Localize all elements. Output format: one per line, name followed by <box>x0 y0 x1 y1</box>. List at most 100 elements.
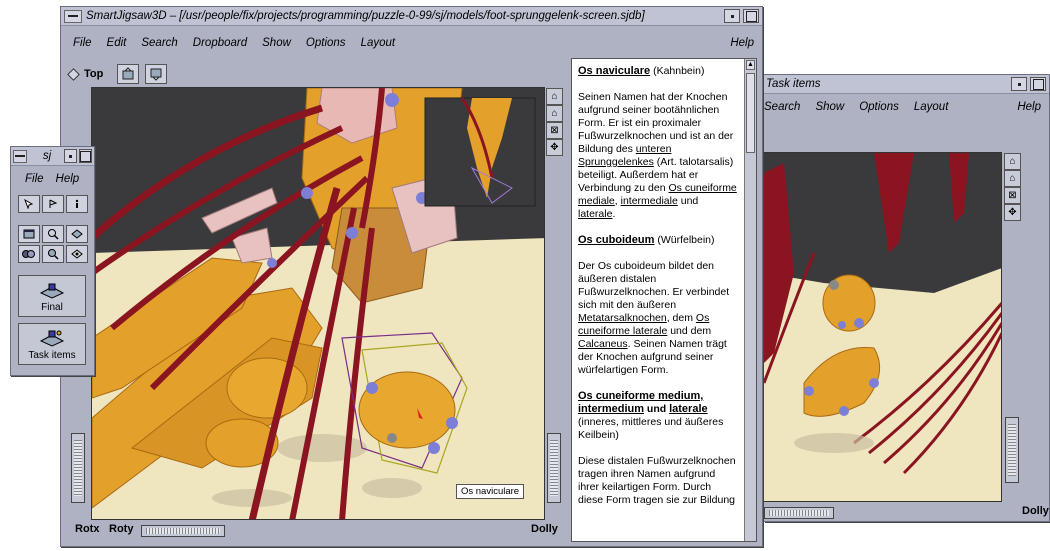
minimize-icon[interactable] <box>64 149 77 163</box>
magnifier-icon <box>48 229 59 240</box>
main-3d-viewer[interactable]: Os naviculare <box>91 87 545 520</box>
task-3d-viewer[interactable] <box>764 152 1002 502</box>
rotx-label: Rotx <box>75 523 100 535</box>
view-all-button[interactable]: ⊠ <box>546 122 563 139</box>
dolly-label: Dolly <box>531 523 558 535</box>
rotx-wheel[interactable] <box>71 433 85 503</box>
main-window: SmartJigsaw3D – [/usr/people/fix/project… <box>60 6 763 547</box>
task-menubar: Search Show Options Layout Help <box>764 97 1049 117</box>
menu-file[interactable]: File <box>25 173 44 185</box>
main-menubar: File Edit Search Dropboard Show Options … <box>61 33 762 53</box>
task-items-window: Task items Search Show Options Layout He… <box>764 74 1050 522</box>
link-metatarsalknochen[interactable]: Metatarsalknochen <box>578 312 667 324</box>
menu-help[interactable]: Help <box>730 37 754 49</box>
description-panel[interactable]: Os naviculare (Kahnbein) Seinen Namen ha… <box>571 58 757 542</box>
heading-os-cuboideum[interactable]: Os cuboideum <box>578 234 654 246</box>
dolly-wheel[interactable] <box>1005 417 1019 483</box>
final-icon <box>39 283 65 299</box>
roty-wheel[interactable] <box>764 507 834 519</box>
text: , dem <box>666 312 696 324</box>
heading-suffix: (Würfelbein) <box>654 234 715 246</box>
paragraph-cuneiforme: Diese distalen Fußwurzelknochen tragen i… <box>578 455 736 506</box>
group-tool-button[interactable] <box>18 245 40 263</box>
palette-title: sj <box>42 150 52 162</box>
menu-search[interactable]: Search <box>764 101 800 113</box>
view-all-button[interactable]: ⊠ <box>1004 187 1021 204</box>
minimize-icon[interactable] <box>724 9 740 23</box>
paragraph-naviculare: Seinen Namen hat der Knochen aufgrund se… <box>578 91 738 221</box>
menu-layout[interactable]: Layout <box>914 101 949 113</box>
set-home-button[interactable]: ⌂ <box>546 105 563 122</box>
menu-options[interactable]: Options <box>859 101 899 113</box>
view-down-button[interactable] <box>145 64 168 84</box>
link-intermediale[interactable]: intermediale <box>621 195 678 207</box>
heading-und: und <box>644 403 670 415</box>
task-items-button[interactable]: Task items <box>18 323 86 365</box>
heading-os-cuneiforme[interactable]: Os cuneiforme medium, <box>578 390 703 402</box>
maximize-icon[interactable] <box>1030 77 1046 91</box>
view-top-label[interactable]: Top <box>84 68 103 80</box>
heading-laterale[interactable]: laterale <box>669 403 708 415</box>
select-tool-button[interactable] <box>18 195 40 213</box>
roty-label: Roty <box>109 523 134 535</box>
set-home-button[interactable]: ⌂ <box>1004 170 1021 187</box>
menu-edit[interactable]: Edit <box>107 37 127 49</box>
task-items-label: Task items <box>28 350 76 361</box>
dolly-wheel[interactable] <box>547 433 561 503</box>
zoom-tool-button[interactable] <box>42 225 64 243</box>
description-scrollbar[interactable]: ▲ <box>744 59 756 541</box>
menu-help[interactable]: Help <box>1017 101 1041 113</box>
roty-wheel[interactable] <box>141 525 225 537</box>
menu-search[interactable]: Search <box>141 37 177 49</box>
window-icon <box>23 229 35 239</box>
menu-options[interactable]: Options <box>306 37 346 49</box>
final-button[interactable]: Final <box>18 275 86 317</box>
group-icon <box>22 250 35 258</box>
main-titlebar[interactable]: SmartJigsaw3D – [/usr/people/fix/project… <box>61 7 762 26</box>
scroll-up-icon[interactable]: ▲ <box>746 60 755 70</box>
seek-button[interactable]: ✥ <box>546 139 563 156</box>
text: und <box>677 195 699 207</box>
view-up-icon <box>122 67 134 80</box>
diamond-icon <box>67 67 80 81</box>
task-items-render <box>764 153 1001 475</box>
info-tool-button[interactable] <box>66 195 88 213</box>
maximize-icon[interactable] <box>79 149 92 163</box>
minimize-icon[interactable] <box>1011 77 1027 91</box>
menu-help[interactable]: Help <box>56 173 80 185</box>
home-view-button[interactable]: ⌂ <box>546 88 563 105</box>
text: . <box>612 208 616 220</box>
heading-suffix: (Kahnbein) <box>650 65 705 77</box>
window-tool-button[interactable] <box>18 225 40 243</box>
seek-button[interactable]: ✥ <box>1004 204 1021 221</box>
home-view-button[interactable]: ⌂ <box>1004 153 1021 170</box>
task-titlebar[interactable]: Task items <box>764 75 1049 94</box>
palette-titlebar[interactable]: sj <box>11 147 94 166</box>
view-tool-button[interactable] <box>42 195 64 213</box>
foot-skeleton-render <box>92 88 544 519</box>
menu-show[interactable]: Show <box>262 37 291 49</box>
search-icon <box>48 249 59 260</box>
window-menu-icon[interactable] <box>64 9 82 23</box>
layer-tool-button[interactable] <box>66 245 88 263</box>
view-up-button[interactable] <box>117 64 140 84</box>
scroll-thumb[interactable] <box>746 73 755 153</box>
info-icon <box>75 199 79 208</box>
maximize-icon[interactable] <box>743 9 759 23</box>
link-laterale[interactable]: laterale <box>578 208 612 220</box>
shape-tool-button[interactable] <box>66 225 88 243</box>
pointer-icon <box>24 199 34 209</box>
menu-layout[interactable]: Layout <box>361 37 396 49</box>
search-tool-button[interactable] <box>42 245 64 263</box>
toolbar: Top <box>67 63 168 85</box>
window-menu-icon[interactable] <box>13 149 27 163</box>
menu-file[interactable]: File <box>73 37 92 49</box>
palette-window: sj File Help Final Task items <box>10 146 95 376</box>
menu-show[interactable]: Show <box>815 101 844 113</box>
palette-menubar: File Help <box>11 169 94 189</box>
task-items-icon <box>39 330 65 347</box>
heading-intermedium[interactable]: intermedium <box>578 403 644 415</box>
link-calcaneus[interactable]: Calcaneus <box>578 338 628 350</box>
heading-os-naviculare[interactable]: Os naviculare <box>578 65 650 77</box>
menu-dropboard[interactable]: Dropboard <box>193 37 247 49</box>
